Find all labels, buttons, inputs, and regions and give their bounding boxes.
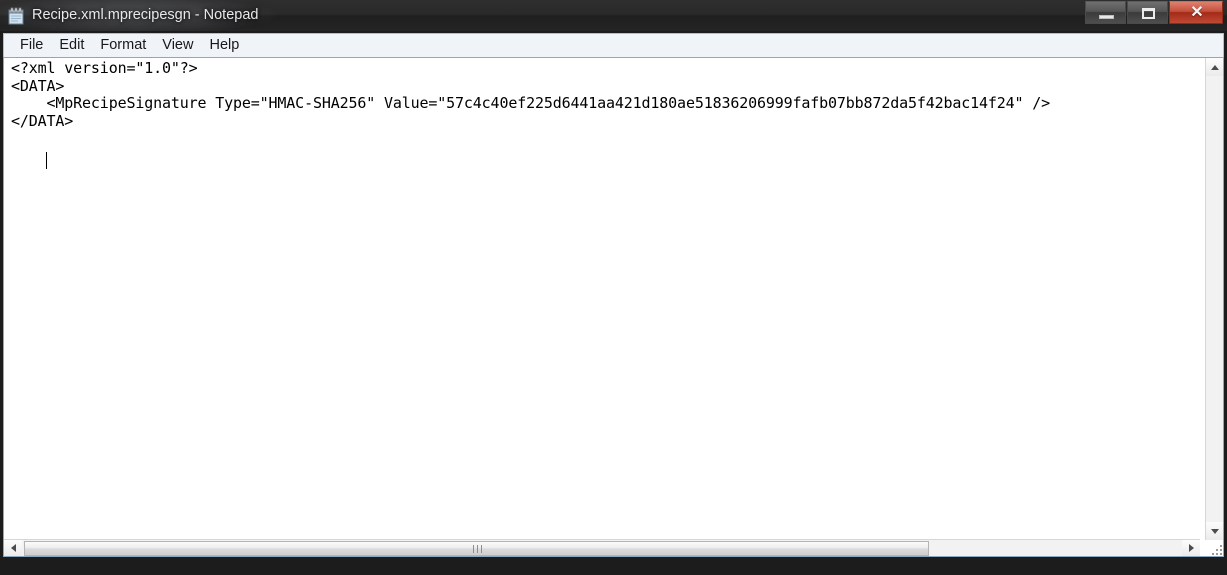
editor-frame: <?xml version="1.0"?> <DATA> <MpRecipeSi… <box>3 57 1224 557</box>
chevron-up-icon <box>1210 64 1219 70</box>
menu-item-file[interactable]: File <box>13 35 50 56</box>
window-title: Recipe.xml.mprecipesgn - Notepad <box>32 7 259 23</box>
menu-bar: File Edit Format View Help <box>3 33 1224 57</box>
scroll-left-button[interactable] <box>4 540 22 556</box>
title-bar[interactable]: Recipe.xml.mprecipesgn - Notepad ✕ <box>0 0 1227 31</box>
horizontal-scrollbar[interactable] <box>4 539 1200 556</box>
menu-item-help[interactable]: Help <box>202 35 246 56</box>
window-controls: ✕ <box>1085 1 1223 24</box>
notepad-window: Recipe.xml.mprecipesgn - Notepad ✕ File … <box>0 0 1227 575</box>
vertical-scrollbar[interactable] <box>1205 58 1223 540</box>
close-button[interactable]: ✕ <box>1169 1 1223 24</box>
maximize-icon <box>1142 8 1155 19</box>
notepad-icon <box>8 7 25 25</box>
chevron-left-icon <box>10 544 16 552</box>
menu-item-format[interactable]: Format <box>93 35 153 56</box>
minimize-icon <box>1099 15 1114 19</box>
text-area[interactable]: <?xml version="1.0"?> <DATA> <MpRecipeSi… <box>4 58 1200 540</box>
horizontal-scroll-thumb[interactable] <box>24 541 929 556</box>
scroll-down-button[interactable] <box>1206 522 1223 540</box>
scroll-up-button[interactable] <box>1206 58 1223 76</box>
maximize-button[interactable] <box>1127 1 1168 24</box>
chevron-right-icon <box>1188 544 1194 552</box>
text-caret <box>46 152 47 169</box>
scroll-right-button[interactable] <box>1182 540 1200 556</box>
editor-content: <?xml version="1.0"?> <DATA> <MpRecipeSi… <box>11 59 1051 130</box>
menu-item-view[interactable]: View <box>155 35 200 56</box>
close-icon: ✕ <box>1190 4 1204 21</box>
menu-item-edit[interactable]: Edit <box>52 35 91 56</box>
scroll-thumb-grip-icon <box>472 545 482 553</box>
resize-grip[interactable] <box>1207 540 1222 555</box>
minimize-button[interactable] <box>1085 1 1126 24</box>
chevron-down-icon <box>1210 528 1219 534</box>
